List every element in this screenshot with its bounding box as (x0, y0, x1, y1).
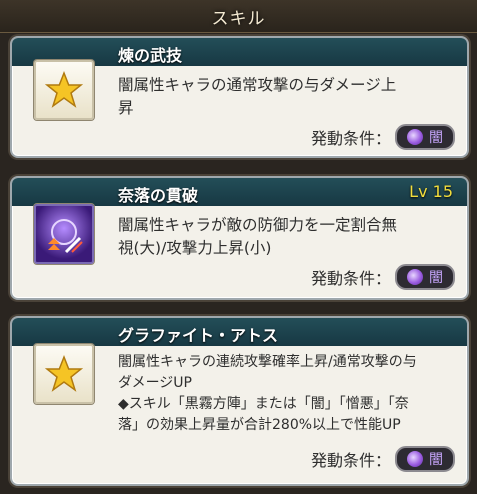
element-label: 闇 (429, 130, 443, 146)
condition-label: 発動条件： (310, 269, 391, 288)
header-title: スキル (211, 9, 266, 29)
skill-name: 煉の武技 (118, 46, 183, 65)
activation-condition: 発動条件： 闇 (311, 264, 455, 290)
dark-orb-icon (407, 269, 423, 285)
activation-condition: 発動条件： 闇 (311, 124, 455, 150)
skill-name: グラファイト・アトス (118, 326, 279, 345)
skill-title-bar: グラファイト・アトス (12, 318, 467, 346)
skill-name: 奈落の貫破 (118, 186, 199, 205)
activation-condition: 発動条件： 闇 (311, 446, 455, 472)
element-label: 闇 (429, 270, 443, 286)
skill-description: 闇属性キャラの連続攻撃確率上昇/通常攻撃の与 ダメージUP ◆スキル「黒霧方陣」… (118, 354, 417, 433)
dark-element-badge: 闇 (395, 446, 455, 472)
condition-label: 発動条件： (310, 451, 391, 470)
skill-card-1[interactable]: 煉の武技 闇属性キャラの通常攻撃の与ダメージ上 昇 発動条件： 闇 (10, 36, 469, 158)
skill-description: 闇属性キャラの通常攻撃の与ダメージ上 昇 (118, 76, 397, 117)
gold-star-icon (34, 344, 94, 404)
skill-header: スキル (0, 0, 477, 33)
gold-star-icon (34, 60, 94, 120)
skill-description: 闇属性キャラが敵の防御力を一定割合無 視(大)/攻撃力上昇(小) (118, 216, 398, 257)
skill-title-bar: 奈落の貫破 Lv 15 (12, 178, 467, 206)
dark-orb-icon (407, 451, 423, 467)
skill-card-3[interactable]: グラファイト・アトス 闇属性キャラの連続攻撃確率上昇/通常攻撃の与 ダメージUP… (10, 316, 469, 486)
element-label: 闇 (429, 452, 443, 468)
skill-level: Lv 15 (409, 182, 453, 201)
dark-element-badge: 闇 (395, 264, 455, 290)
defense-break-icon (34, 204, 94, 264)
skill-card-2[interactable]: 奈落の貫破 Lv 15 闇属性キャラが敵の防御力を一定割合無 視(大)/攻撃力上… (10, 176, 469, 300)
condition-label: 発動条件： (310, 129, 391, 148)
dark-element-badge: 闇 (395, 124, 455, 150)
dark-orb-icon (407, 129, 423, 145)
